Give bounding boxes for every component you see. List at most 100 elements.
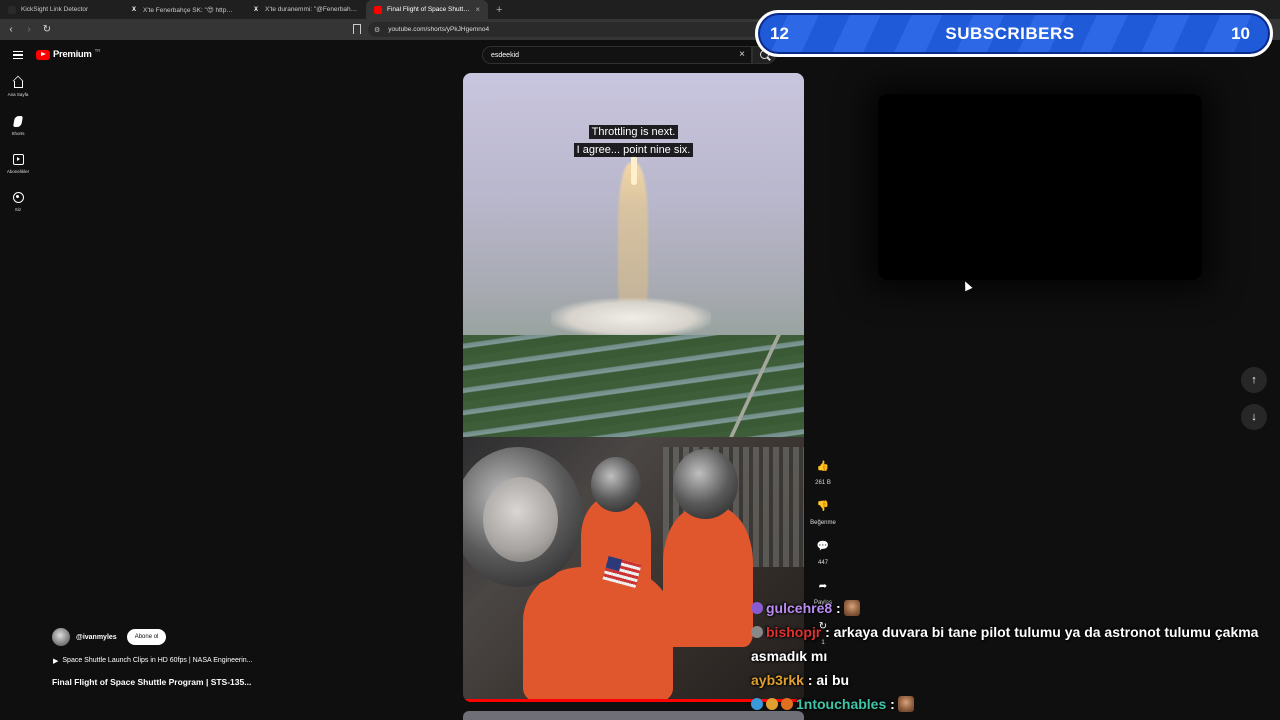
play-triangle-icon: ▶ [53,658,59,665]
subscriber-count-right: 10 [1231,23,1250,43]
guide-item-shorts[interactable]: Shorts [0,116,36,154]
user-badge-icon [781,698,793,710]
hamburger-menu-icon[interactable] [13,51,23,59]
chat-separator: : [832,600,841,616]
site-info-icon[interactable]: ⚙ [374,26,380,34]
dislike-button[interactable]: 👎 Beğenme [806,495,840,527]
user-badge-icon [751,626,763,638]
tab-title: X'te Fenerbahçe SK: "😍 https://t.co/ [143,6,236,14]
user-badge-icon [766,698,778,710]
subscriber-count-left: 12 [770,23,789,43]
clear-search-icon[interactable]: × [739,49,745,60]
tab-title: Final Flight of Space Shuttle P [387,6,471,13]
rocket-plume [618,163,648,313]
reload-icon[interactable]: ↻ [40,24,54,35]
x-logo-icon: X [253,6,258,13]
subscribe-button[interactable]: Abone ol [126,629,167,645]
chat-text: ai bu [812,672,850,688]
dislike-icon: 👎 [816,500,830,512]
astronaut-helmet [673,449,738,519]
emote-icon [897,696,914,712]
x-logo-icon: X [131,6,136,13]
chat-username: bishopjr [766,624,822,640]
you-icon [12,192,24,203]
browser-tab[interactable]: X X'te Fenerbahçe SK: "😍 https://t.co/ [122,0,244,19]
back-arrow-icon[interactable]: ‹ [4,24,18,35]
chat-separator: : [803,672,813,688]
new-tab-button[interactable]: + [488,4,510,16]
guide-item-home[interactable]: Ana Sayfa [0,78,36,116]
logo-text: Premium [53,49,92,60]
kicksight-favicon-icon [8,5,16,14]
chat-message: bishopjr : arkaya duvara bi tane pilot t… [751,620,1271,668]
browser-tab[interactable]: X X'te duranemmi: "@Fenerbahce http [244,0,366,19]
chat-message: gulcehre8 : [751,596,1271,620]
arrow-down-icon: ↓ [1251,411,1257,423]
chat-separator: : [821,624,830,640]
related-video-link[interactable]: ▶ Space Shuttle Launch Clips in HD 60fps… [53,657,253,665]
like-icon: 👍 [816,460,830,472]
stream-chat-overlay: gulcehre8 : bishopjr : arkaya duvara bi … [751,596,1271,716]
channel-handle[interactable]: @ivanmyles [76,634,117,641]
guide-label: Ana Sayfa [7,92,29,97]
video-captions: Throttling is next. I agree... point nin… [463,122,804,158]
chat-message: ayb3rkk : ai bu [751,668,1271,692]
channel-info: @ivanmyles Abone ol [52,628,167,646]
shorts-icon [13,116,23,127]
browser-tab-active[interactable]: Final Flight of Space Shuttle P × [366,0,488,19]
chat-username: ayb3rkk [751,672,804,688]
logo-region: TR [94,48,101,53]
avatar[interactable] [52,628,70,646]
astronaut-visor [483,477,558,562]
previous-short-button[interactable]: ↑ [1241,367,1267,393]
screen: KickSight Link Detector X X'te Fenerbahç… [0,0,1280,720]
comment-count: 447 [817,560,828,566]
launch-smoke [551,298,711,338]
guide-label: Shorts [11,131,25,136]
astronot-suit [663,507,753,647]
close-tab-icon[interactable]: × [475,5,480,14]
related-video-title: Space Shuttle Launch Clips in HD 60fps |… [62,657,253,664]
chat-username: 1ntouchables [796,696,887,712]
youtube-play-icon [36,49,50,60]
forward-arrow-icon[interactable]: › [22,24,36,35]
tab-title: X'te duranemmi: "@Fenerbahce http [265,6,358,13]
home-icon [13,81,23,88]
dislike-label: Beğenme [810,520,836,526]
astronaut-helmet [591,457,641,512]
emote-icon [843,600,860,616]
user-badge-icon [751,602,763,614]
browser-tab[interactable]: KickSight Link Detector [0,0,122,19]
subscriptions-icon [12,154,24,165]
guide-label: Abonelikler [6,169,30,174]
rocket-flame [631,155,637,185]
next-short-button[interactable]: ↓ [1241,404,1267,430]
mouse-cursor-icon [961,279,973,292]
comment-icon: 💬 [816,540,830,552]
comments-button[interactable]: 💬 447 [806,535,840,567]
youtube-logo[interactable]: Premium TR [36,48,101,60]
search-input[interactable]: esdeekid × [482,46,752,64]
like-button[interactable]: 👍 261 B [806,455,840,487]
share-icon: ➦ [818,580,828,592]
chat-username: gulcehre8 [766,600,833,616]
bookmark-icon[interactable] [353,24,361,34]
user-badge-icon [751,698,763,710]
video-title[interactable]: Final Flight of Space Shuttle Program | … [52,677,251,687]
tab-title: KickSight Link Detector [21,6,89,13]
guide-item-you[interactable]: Siz [0,192,36,230]
youtube-favicon-icon [374,5,382,14]
url-text: youtube.com/shorts/yPkJHgemno4 [388,26,490,33]
search-value: esdeekid [491,51,520,59]
subscribers-goal-overlay: 12 SUBSCRIBERS 10 [755,10,1273,57]
chat-separator: : [886,696,895,712]
caption-line: I agree... point nine six. [573,143,694,157]
guide-item-subscriptions[interactable]: Abonelikler [0,154,36,192]
arrow-up-icon: ↑ [1251,374,1257,386]
stream-overlay-box [878,94,1202,280]
launch-scene: Throttling is next. I agree... point nin… [463,73,804,437]
guide-sidebar: Ana Sayfa Shorts Abonelikler Siz [0,78,36,230]
chat-message: 1ntouchables : [751,692,1271,716]
subscribers-label: SUBSCRIBERS [945,23,1075,43]
guide-label: Siz [14,207,22,212]
